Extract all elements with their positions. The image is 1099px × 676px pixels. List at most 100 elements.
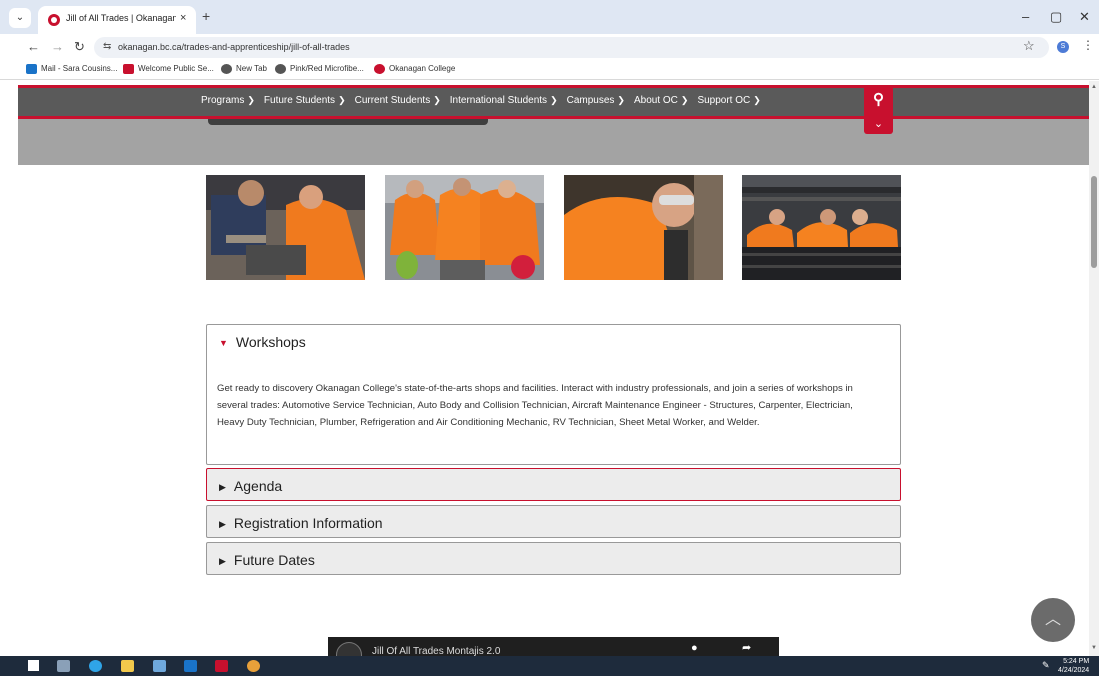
file-explorer-icon[interactable] [121,660,134,672]
bookmark-welcome[interactable]: Welcome Public Se... [123,64,214,74]
edge-browser-icon[interactable] [89,660,102,672]
back-to-top-icon[interactable]: ︿ [1031,598,1075,642]
url-text: okanagan.bc.ca/trades-and-apprenticeship… [118,42,350,52]
nav-support-oc[interactable]: Support OC ❯ [697,95,760,106]
nav-current-students[interactable]: Current Students ❯ [355,95,441,106]
system-clock[interactable]: 5:24 PM 4/24/2024 [1058,657,1089,675]
nav-label: Programs [201,95,245,106]
bookmark-label: Welcome Public Se... [138,64,214,74]
minimize-icon[interactable]: – [1022,9,1029,24]
chevron-down-icon: ❯ [550,95,558,105]
reload-icon[interactable]: ↻ [74,39,85,55]
clock-date: 4/24/2024 [1058,667,1090,674]
chevron-down-icon: ❯ [680,95,689,105]
windows-start-icon[interactable] [28,660,39,671]
okanagan-favicon-icon [374,64,385,74]
globe-icon [221,64,232,74]
nav-campuses[interactable]: Campuses ❯ [567,95,625,106]
bookmark-okanagan[interactable]: Okanagan College [374,64,455,74]
bookmark-label: Pink/Red Microfibe... [290,64,364,74]
scroll-down-arrow-icon[interactable]: ▼ [1091,645,1097,651]
accordion-future-dates[interactable]: ▶ Future Dates [206,542,901,575]
accordion-workshops-toggle[interactable]: ▼ Workshops [219,334,306,350]
bookmarks-bar: Mail - Sara Cousins... Welcome Public Se… [0,60,1099,80]
accordion-title: Workshops [235,334,306,350]
caret-right-icon: ▶ [219,555,226,566]
workshops-description: Get ready to discovery Okanagan College'… [217,383,853,428]
clock-time: 5:24 PM [1063,658,1090,665]
profile-avatar-icon[interactable]: S [1057,41,1069,53]
photo-workshop-1 [206,175,365,280]
photo-workshop-3 [564,175,723,280]
browser-tab-bar: ⌄ Jill of All Trades | Okanagan Co × + –… [0,0,1099,34]
tab-close-icon[interactable]: × [180,12,186,24]
outlook-icon [26,64,37,74]
chevron-down-icon: ❯ [753,95,761,105]
okanagan-favicon-icon [48,14,60,26]
video-title: Jill Of All Trades Montajis 2.0 [372,646,501,656]
chevron-down-icon: ❯ [433,95,441,105]
share-arrow-icon[interactable]: ➦ [742,641,751,654]
accordion-title: Agenda [233,478,283,494]
public-service-icon [123,64,134,74]
nav-programs[interactable]: Programs ❯ [201,95,255,106]
accordion-future-dates-toggle[interactable]: ▶ Future Dates [219,552,315,568]
windows-taskbar: ✎ 5:24 PM 4/24/2024 [0,656,1099,676]
page-scrollbar[interactable] [1089,81,1099,656]
scrollbar-thumb[interactable] [1091,176,1097,268]
web-page: Programs ❯ Future Students ❯ Current Stude… [18,81,1089,656]
caret-right-icon: ▶ [219,518,226,529]
channel-avatar-icon [336,642,362,656]
nav-future-students[interactable]: Future Students ❯ [264,95,346,106]
browser-menu-icon[interactable]: ⋮ [1082,38,1094,52]
url-field[interactable]: ⇆ okanagan.bc.ca/trades-and-apprenticesh… [94,37,1049,58]
nav-label: About OC [633,95,678,106]
app-taskbar-icon[interactable] [215,660,228,672]
task-view-icon[interactable] [57,660,70,672]
caret-right-icon: ▶ [219,481,226,492]
accordion-title: Registration Information [233,515,383,531]
chrome-taskbar-icon[interactable] [247,660,260,672]
forward-arrow-icon[interactable]: → [51,39,64,54]
bookmark-mail[interactable]: Mail - Sara Cousins... [26,64,117,74]
browser-tab-active[interactable]: Jill of All Trades | Okanagan Co × [38,6,196,34]
photo-workshop-4 [742,175,901,280]
pen-tray-icon[interactable]: ✎ [1042,660,1050,671]
site-search-icon[interactable]: ⚲ [864,86,893,116]
embedded-video[interactable]: Jill Of All Trades Montajis 2.0 ● ➦ [328,637,779,656]
nav-about-oc[interactable]: About OC ❯ [634,95,688,106]
bookmark-microfiber[interactable]: Pink/Red Microfibe... [275,64,364,74]
nav-label: Current Students [354,95,431,106]
main-navigation: Programs ❯ Future Students ❯ Current Stude… [18,85,1089,119]
globe-icon [275,64,286,74]
bookmark-star-icon[interactable]: ☆ [1023,38,1035,54]
bookmark-new-tab[interactable]: New Tab [221,64,267,74]
site-settings-icon[interactable]: ⇆ [103,41,111,52]
watch-later-clock-icon[interactable]: ● [691,642,698,654]
search-toggle-chevron-icon[interactable]: ⌄ [864,116,893,134]
close-window-icon[interactable]: ✕ [1079,9,1090,25]
accordion-registration[interactable]: ▶ Registration Information [206,505,901,538]
accordion-registration-toggle[interactable]: ▶ Registration Information [219,515,383,531]
accordion-workshops: ▼ Workshops Get ready to discovery Okanag… [206,324,901,465]
chevron-down-icon: ❯ [338,95,346,105]
nav-label: Support OC [697,95,751,106]
back-arrow-icon[interactable]: ← [27,39,40,54]
accordion-agenda[interactable]: ▶ Agenda [206,468,901,501]
tab-title: Jill of All Trades | Okanagan Co [66,13,176,23]
bookmark-label: Mail - Sara Cousins... [41,64,118,74]
new-tab-plus-icon[interactable]: + [202,8,210,24]
outlook-taskbar-icon[interactable] [184,660,197,672]
nav-international-students[interactable]: International Students ❯ [450,95,558,106]
chevron-down-icon: ❯ [247,95,255,105]
scroll-up-arrow-icon[interactable]: ▲ [1091,84,1097,90]
accordion-agenda-toggle[interactable]: ▶ Agenda [219,478,282,494]
tab-search-chevron-icon[interactable]: ⌄ [9,8,31,28]
store-icon[interactable] [153,660,166,672]
bookmark-label: New Tab [236,64,267,74]
nav-label: International Students [449,95,548,106]
photo-workshop-2 [385,175,544,280]
hero-dark-tab [208,119,488,125]
bookmark-label: Okanagan College [389,64,456,74]
restore-icon[interactable]: ▢ [1050,9,1062,25]
